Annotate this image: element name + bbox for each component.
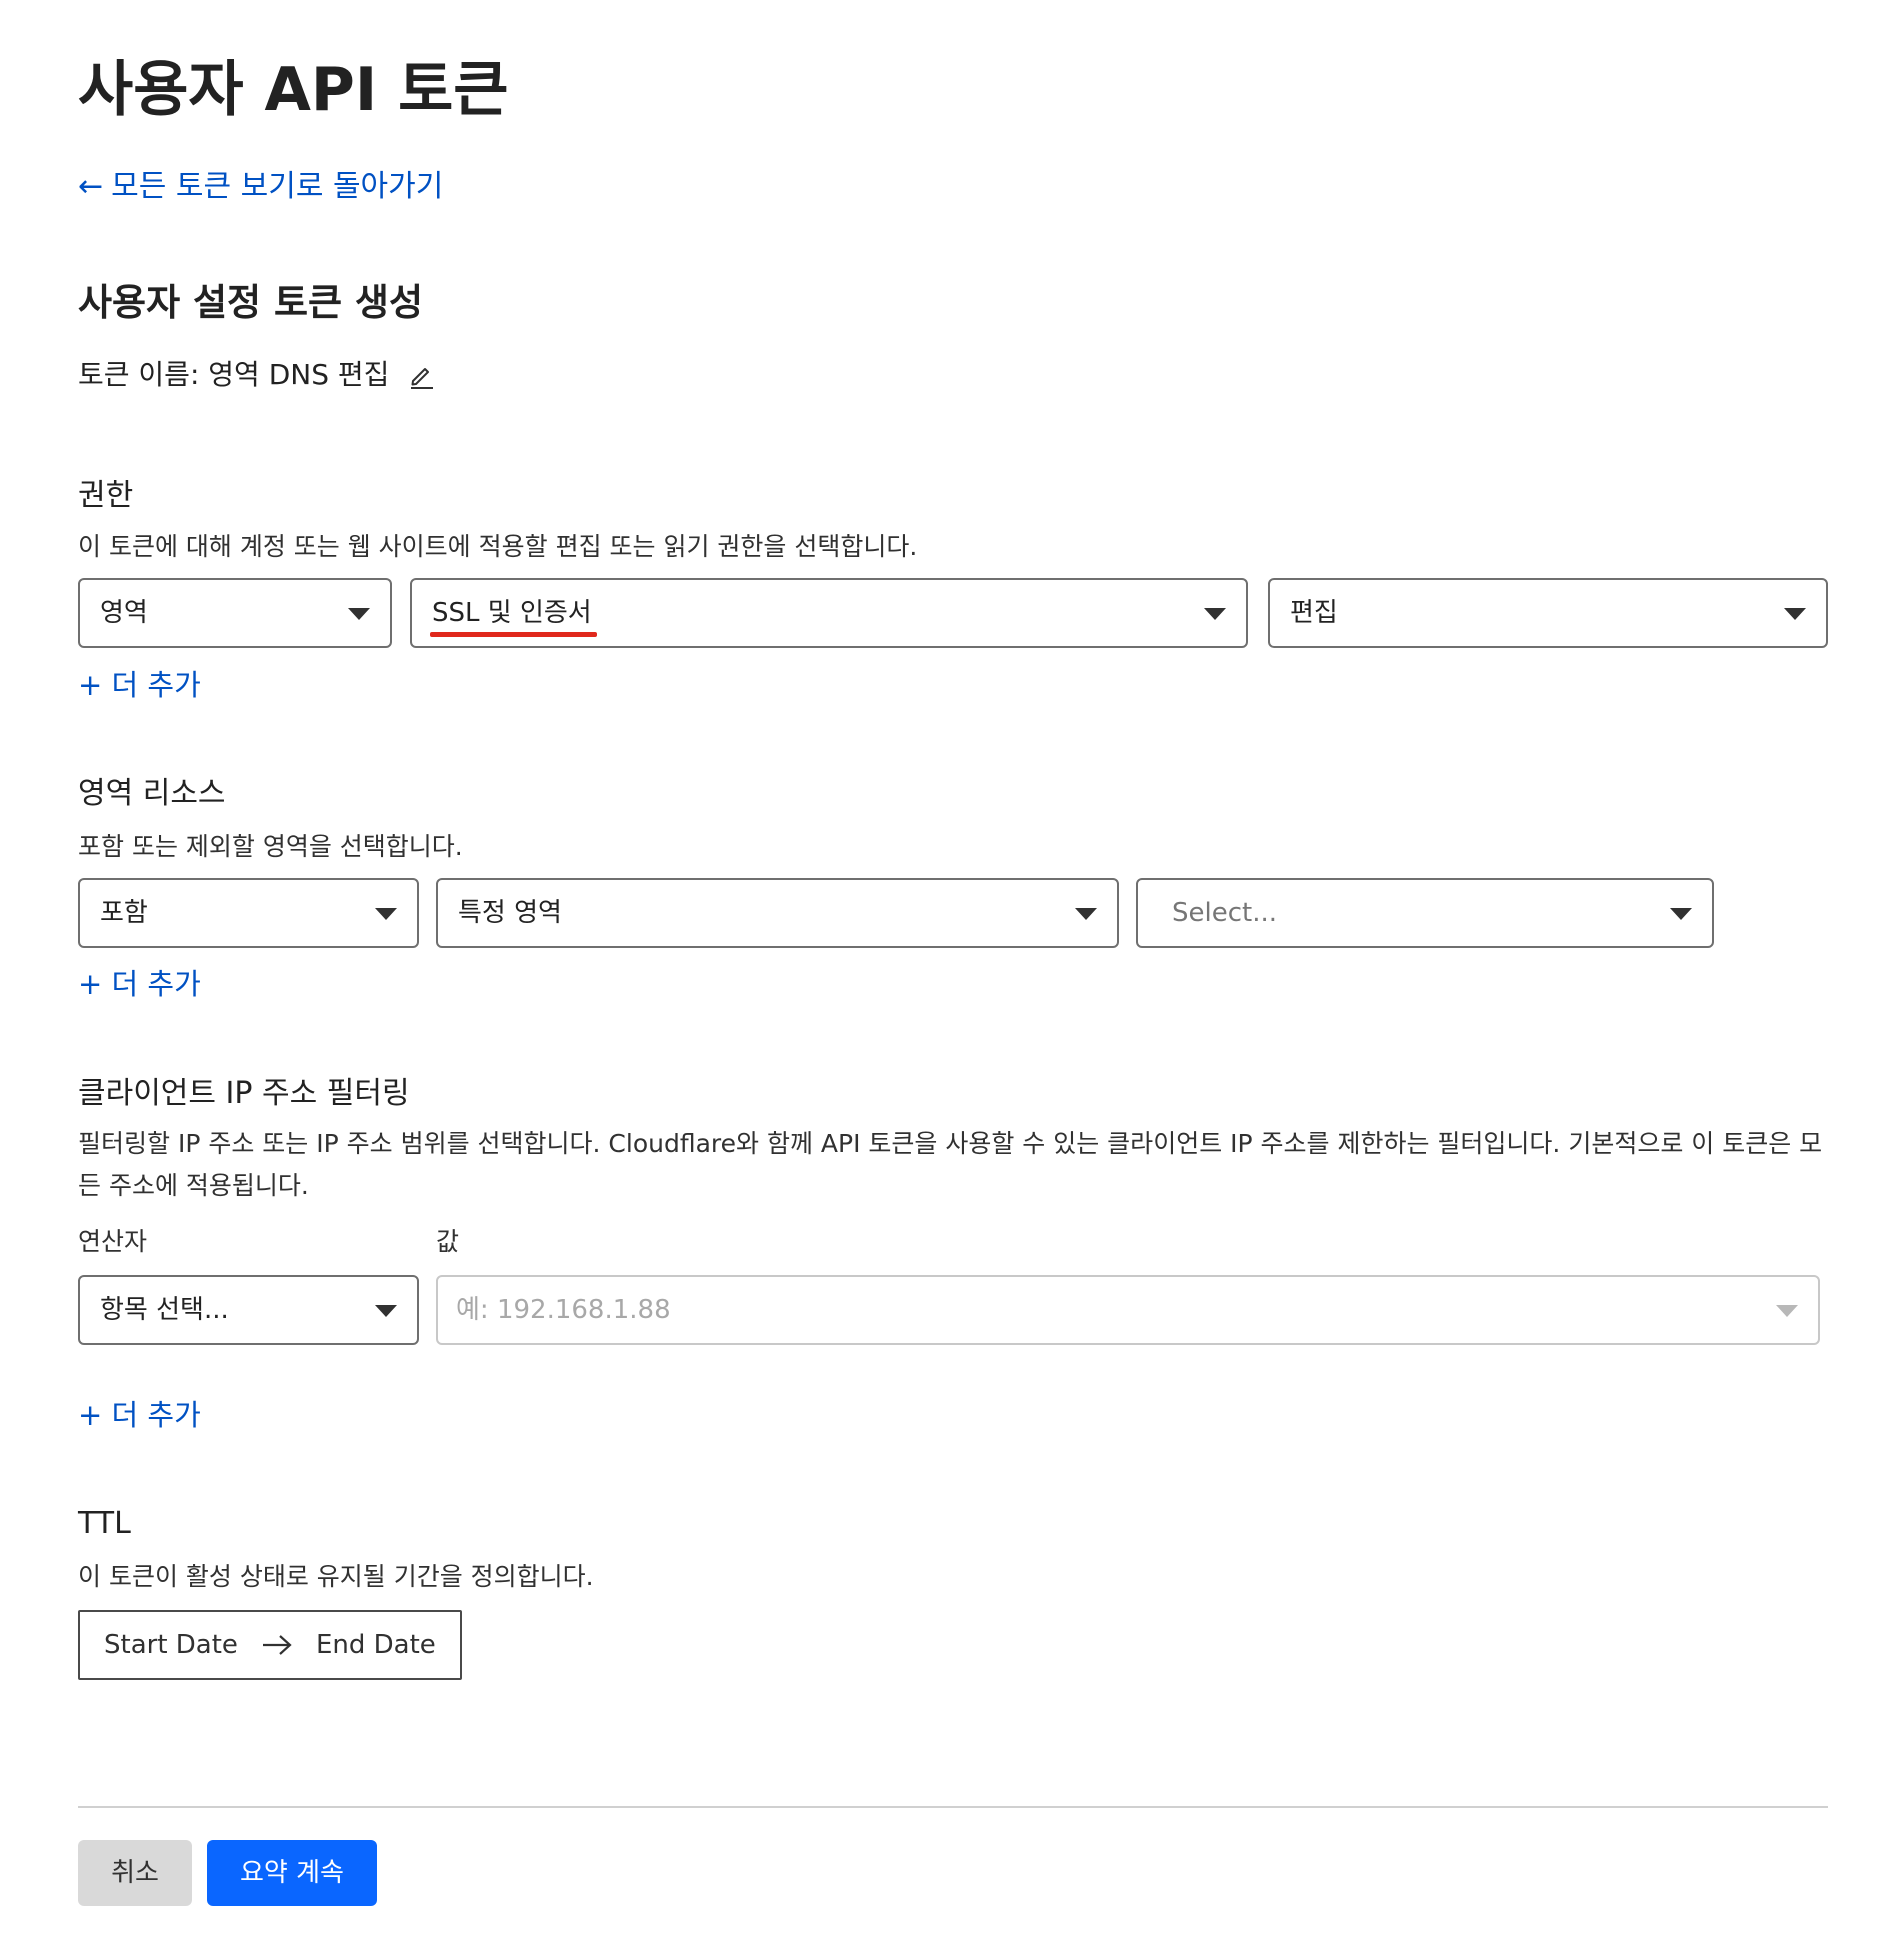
arrow-left-icon: ← — [78, 169, 104, 204]
ttl-description: 이 토큰이 활성 상태로 유지될 기간을 정의합니다. — [78, 1562, 594, 1591]
caret-down-icon — [1670, 908, 1692, 920]
ttl-title: TTL — [78, 1506, 131, 1541]
cancel-button[interactable]: 취소 — [78, 1840, 192, 1906]
permission-access-select[interactable]: 편집 — [1268, 578, 1828, 648]
zone-resources-title: 영역 리소스 — [78, 776, 226, 811]
ip-value-placeholder: 예: 192.168.1.88 — [456, 1295, 671, 1325]
permission-scope-value: 영역 — [100, 598, 148, 628]
zone-include-select[interactable]: 포함 — [78, 878, 419, 948]
ip-filtering-add-more-link[interactable]: + 더 추가 — [78, 1393, 201, 1437]
highlight-underline — [430, 632, 597, 637]
zone-include-value: 포함 — [100, 898, 148, 928]
pencil-icon[interactable] — [407, 360, 437, 390]
back-link-label: 모든 토큰 보기로 돌아가기 — [111, 169, 444, 204]
token-name-row: 토큰 이름: 영역 DNS 편집 — [78, 353, 437, 397]
operator-select[interactable]: 항목 선택... — [78, 1275, 419, 1345]
value-label: 값 — [436, 1227, 460, 1256]
ip-value-select[interactable]: 예: 192.168.1.88 — [436, 1275, 1820, 1345]
permission-scope-select[interactable]: 영역 — [78, 578, 392, 648]
permission-access-value: 편집 — [1290, 598, 1338, 628]
permissions-title: 권한 — [78, 478, 134, 513]
ip-filtering-description: 필터링할 IP 주소 또는 IP 주소 범위를 선택합니다. Cloudflar… — [78, 1129, 1823, 1200]
caret-down-icon — [375, 908, 397, 920]
back-to-tokens-link[interactable]: ← 모든 토큰 보기로 돌아가기 — [78, 165, 443, 209]
zone-select-placeholder: Select... — [1172, 898, 1278, 928]
caret-down-icon — [1204, 608, 1226, 620]
footer-divider — [78, 1806, 1828, 1808]
zone-type-value: 특정 영역 — [458, 898, 562, 928]
start-date-input[interactable]: Start Date — [104, 1630, 238, 1660]
end-date-input[interactable]: End Date — [316, 1630, 436, 1660]
permission-resource-select[interactable]: SSL 및 인증서 — [410, 578, 1248, 648]
arrow-right-icon — [262, 1635, 292, 1655]
operator-label: 연산자 — [78, 1227, 148, 1256]
zone-type-select[interactable]: 특정 영역 — [436, 878, 1119, 948]
permissions-add-more-link[interactable]: + 더 추가 — [78, 663, 201, 707]
operator-select-value: 항목 선택... — [100, 1295, 229, 1325]
permissions-description: 이 토큰에 대해 계정 또는 웹 사이트에 적용할 편집 또는 읽기 권한을 선… — [78, 532, 918, 561]
caret-down-icon — [348, 608, 370, 620]
zone-resources-add-more-link[interactable]: + 더 추가 — [78, 962, 201, 1006]
caret-down-icon — [1075, 908, 1097, 920]
zone-resources-description: 포함 또는 제외할 영역을 선택합니다. — [78, 832, 463, 861]
caret-down-icon — [375, 1305, 397, 1317]
caret-down-icon — [1776, 1305, 1798, 1317]
page-title: 사용자 API 토큰 — [78, 55, 509, 125]
create-token-page: 사용자 API 토큰 ← 모든 토큰 보기로 돌아가기 사용자 설정 토큰 생성 … — [0, 0, 1896, 1950]
ip-filtering-title: 클라이언트 IP 주소 필터링 — [78, 1076, 410, 1111]
continue-to-summary-button[interactable]: 요약 계속 — [207, 1840, 377, 1906]
section-heading: 사용자 설정 토큰 생성 — [78, 281, 424, 324]
ttl-date-range-picker[interactable]: Start Date End Date — [78, 1610, 462, 1680]
zone-select[interactable]: Select... — [1136, 878, 1714, 948]
token-name-text: 토큰 이름: 영역 DNS 편집 — [78, 358, 390, 391]
caret-down-icon — [1784, 608, 1806, 620]
